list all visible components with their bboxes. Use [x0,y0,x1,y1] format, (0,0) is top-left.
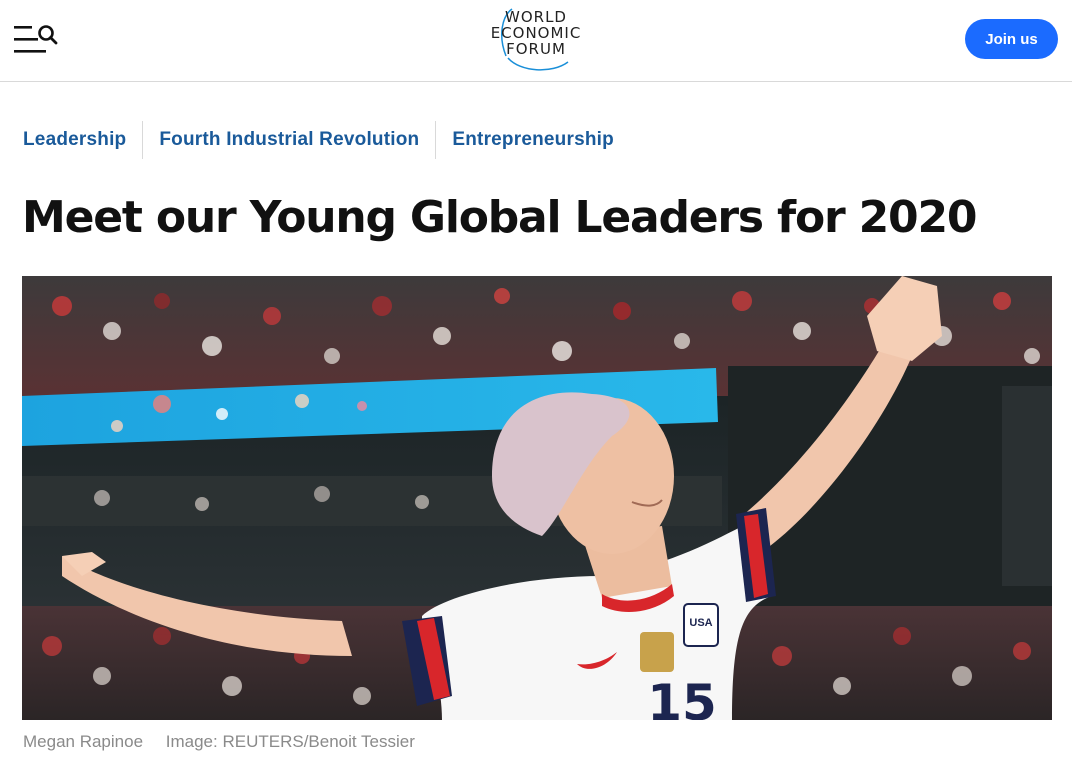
wef-logo[interactable]: WORLD ECONOMIC FORUM [480,6,592,74]
hero-image: USA 15 [22,276,1052,720]
logo-line-3: FORUM [506,40,566,58]
topic-entrepreneurship[interactable]: Entrepreneurship [435,121,630,159]
caption-credit: Image: REUTERS/Benoit Tessier [165,732,415,751]
logo-line-2: ECONOMIC [490,24,582,42]
logo-line-1: WORLD [505,8,567,26]
join-us-button[interactable]: Join us [965,19,1058,59]
menu-search-icon[interactable] [14,24,58,56]
topic-tags: Leadership Fourth Industrial Revolution … [23,121,630,159]
page-title: Meet our Young Global Leaders for 2020 [22,192,977,243]
topic-leadership[interactable]: Leadership [23,121,142,159]
topic-fourth-industrial-revolution[interactable]: Fourth Industrial Revolution [142,121,435,159]
caption-subject: Megan Rapinoe [23,732,144,751]
image-caption: Megan Rapinoe Image: REUTERS/Benoit Tess… [23,732,433,752]
site-header: WORLD ECONOMIC FORUM Join us [0,0,1072,82]
hero-photo: USA 15 [22,276,1052,720]
jersey-number: 15 [647,674,717,720]
crest-text: USA [689,617,712,629]
